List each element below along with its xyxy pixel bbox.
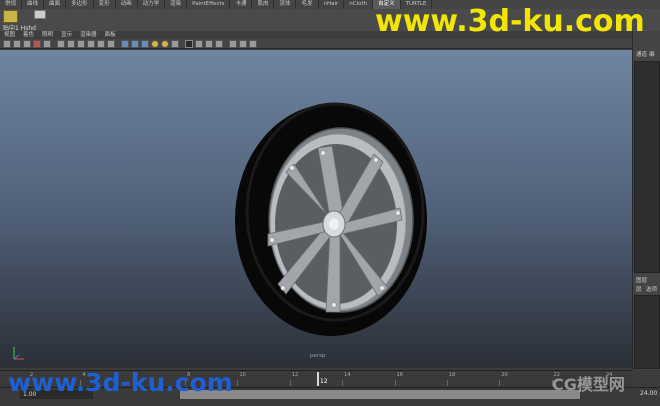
timeline-tick-mark	[499, 380, 501, 386]
timeline-tick-label: 12	[291, 372, 299, 378]
xray-joints-icon[interactable]	[195, 39, 203, 48]
edit-tab[interactable]: 编	[649, 50, 655, 58]
panel-menu-item[interactable]: 视图	[0, 31, 19, 39]
shadows-icon[interactable]	[171, 39, 179, 48]
shelf-tool-icon-2[interactable]	[34, 10, 46, 19]
shelf-tab[interactable]: 肌肉	[252, 0, 275, 9]
shelf-tool-icon[interactable]	[3, 10, 18, 23]
image-plane-icon[interactable]	[33, 39, 41, 48]
timeline-tick-mark	[394, 380, 396, 386]
range-end-field[interactable]: 24.00	[640, 390, 657, 397]
timeline-tick-label: 10	[239, 372, 246, 378]
wheel-model	[235, 102, 427, 336]
timeline-tick-mark	[237, 380, 239, 386]
timeline-tick-label: 20	[501, 372, 508, 378]
watermark-logo: CG模型网	[552, 375, 625, 394]
shelf-tab[interactable]: nCloth	[344, 0, 374, 9]
shelf-tab[interactable]: PaintEffects	[187, 0, 231, 9]
layer-editor-title: 图层	[636, 278, 648, 284]
timeline-tick-label: 16	[396, 372, 403, 378]
camera-cube-icon[interactable]	[229, 39, 237, 48]
bookmark-icon[interactable]	[23, 39, 31, 48]
wireframe-icon[interactable]	[121, 39, 129, 48]
shelf-tab[interactable]: 曲线	[22, 0, 45, 9]
shelf-tab[interactable]: 变形	[94, 0, 116, 9]
axis-gizmo-icon	[13, 347, 24, 360]
default-light-icon[interactable]	[161, 39, 169, 48]
grid-icon[interactable]	[43, 39, 51, 48]
layer-list	[634, 295, 660, 369]
timeline-tick-label: 18	[448, 372, 456, 378]
shelf-tab[interactable]: nHair	[319, 0, 345, 9]
channels-tab[interactable]: 通道	[636, 50, 647, 58]
timeline-tick-mark	[289, 380, 291, 386]
isolate-select-icon[interactable]	[205, 39, 213, 48]
high-quality-icon[interactable]	[215, 39, 223, 48]
film-gate-icon[interactable]	[57, 39, 65, 48]
timeline-tick-label: 14	[344, 372, 351, 378]
time-cursor[interactable]	[317, 372, 319, 386]
timeline-tick-mark	[342, 380, 344, 386]
textured-icon[interactable]	[141, 39, 149, 48]
safe-title-icon[interactable]	[107, 39, 115, 48]
shelf-tab[interactable]: 动力学	[138, 0, 166, 9]
range-slider[interactable]	[180, 390, 580, 399]
manipulator-icon[interactable]	[249, 39, 257, 48]
watermark-bottom: www.3d-ku.com	[8, 368, 233, 397]
shelf-tab[interactable]: 多边形	[66, 0, 94, 9]
camera-name-label: persp	[310, 353, 326, 359]
panel-menu-item[interactable]: 渲染器	[76, 31, 101, 39]
camera-attributes-icon[interactable]	[13, 39, 21, 48]
shelf-tab[interactable]: 动画	[116, 0, 138, 9]
smooth-shade-icon[interactable]	[131, 39, 139, 48]
safe-action-icon[interactable]	[97, 39, 105, 48]
field-chart-icon[interactable]	[87, 39, 95, 48]
perspective-viewport[interactable]	[0, 50, 632, 368]
channel-box-list	[634, 61, 660, 273]
xray-icon[interactable]	[185, 39, 193, 48]
current-frame-label: 12	[320, 378, 328, 385]
select-camera-icon[interactable]	[3, 39, 11, 48]
gate-mask-icon[interactable]	[77, 39, 85, 48]
panel-menu-item[interactable]: 显示	[57, 31, 76, 39]
panel-toolbar	[0, 39, 632, 49]
wire-on-shaded-icon[interactable]	[239, 39, 247, 48]
shelf-tab[interactable]: 渲染	[165, 0, 188, 9]
panel-menu-item[interactable]: 面板	[101, 31, 120, 39]
layers-menu[interactable]: 层	[636, 285, 642, 293]
channel-box-panel: 通道 编 图层 层 选项	[632, 31, 660, 370]
resolution-gate-icon[interactable]	[67, 39, 75, 48]
shelf-tab[interactable]: 卡通	[230, 0, 253, 9]
options-menu[interactable]: 选项	[646, 285, 657, 293]
shelf-tab[interactable]: 曲面	[44, 0, 67, 9]
lights-icon[interactable]	[151, 39, 159, 48]
shelf-tab[interactable]: 毛发	[296, 0, 319, 9]
shelf-tab[interactable]: 流体	[274, 0, 297, 9]
shelf-tab[interactable]: 常规	[0, 0, 23, 9]
watermark-top: www.3d-ku.com	[375, 4, 645, 39]
panel-menu-item[interactable]: 照明	[38, 31, 57, 39]
timeline-tick-mark	[446, 380, 448, 386]
panel-menu-item[interactable]: 着色	[19, 31, 38, 39]
